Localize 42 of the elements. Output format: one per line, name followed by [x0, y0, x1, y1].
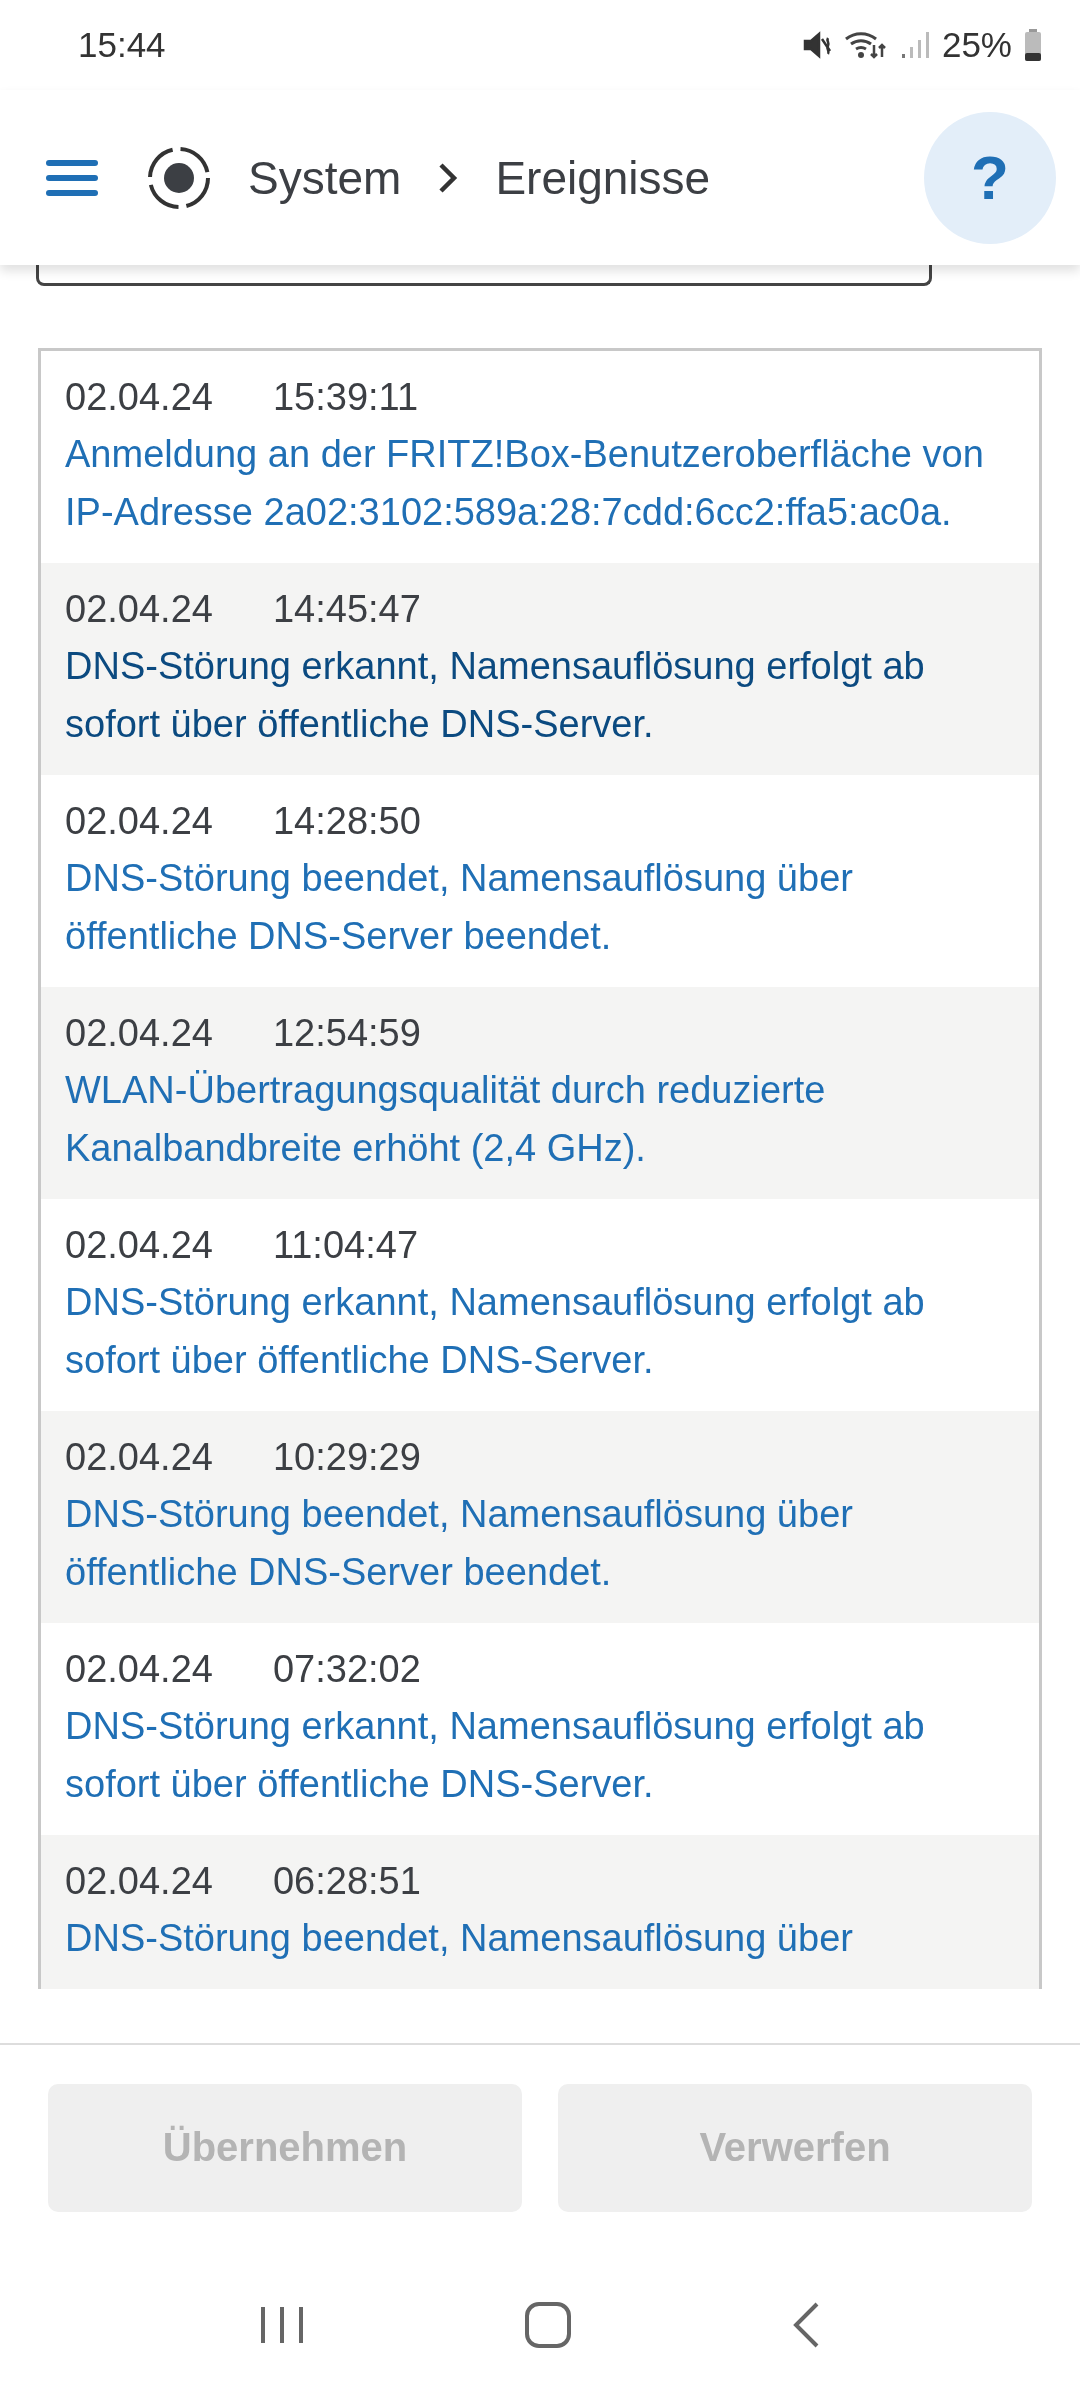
- event-message: WLAN-Übertragungsqualität durch reduzierte Kanalbandbreite erhöht (2,4 GHz).: [65, 1068, 827, 1171]
- status-time: 15:44: [78, 25, 166, 65]
- event-message: Anmeldung an der FRITZ!Box-Benutzeroberfläche von IP-Adresse 2a02:3102:589a:28:7cdd:6cc2:ffa5:ac0a.: [65, 432, 985, 535]
- event-message: DNS-Störung beendet, Namensauflösung über öffentliche DNS-Server beendet.: [65, 856, 854, 959]
- event-date: 02.04.24: [65, 799, 213, 844]
- event-date: 02.04.24: [65, 1647, 213, 1692]
- help-button[interactable]: ?: [924, 111, 1056, 244]
- breadcrumb-item: Ereignisse: [495, 150, 711, 205]
- event-date: 02.04.24: [65, 1223, 213, 1268]
- battery-level: 25%: [941, 25, 1012, 65]
- event-time: 14:28:50: [272, 799, 421, 844]
- event-date: 02.04.24: [65, 1859, 213, 1904]
- event-time: 11:04:47: [272, 1223, 419, 1268]
- home-icon[interactable]: [524, 2301, 572, 2349]
- event-date: 02.04.24: [65, 587, 213, 632]
- event-message: DNS-Störung erkannt, Namensauflösung erfolgt ab sofort über öffentliche DNS-Server.: [65, 644, 926, 747]
- event-time: 14:45:47: [272, 587, 421, 632]
- event-row[interactable]: 02.04.24 12:54:59 WLAN-Übertragungsqualität durch reduzierte Kanalbandbreite erhöht (2,4 GHz).: [41, 987, 1039, 1199]
- event-date: 02.04.24: [65, 375, 213, 420]
- event-row[interactable]: 02.04.24 14:45:47 DNS-Störung erkannt, Namensauflösung erfolgt ab sofort über öffentliche DNS-Server.: [41, 563, 1039, 775]
- recents-icon[interactable]: [259, 2304, 306, 2346]
- event-date: 02.04.24: [65, 1435, 213, 1480]
- breadcrumb-item[interactable]: System: [248, 150, 402, 205]
- mute-icon: [801, 30, 832, 60]
- record-icon: [146, 144, 212, 211]
- event-time: 06:28:51: [272, 1859, 421, 1904]
- event-time: 07:32:02: [272, 1647, 421, 1692]
- chevron-icon: [437, 160, 460, 195]
- event-message: DNS-Störung erkannt, Namensauflösung erfolgt ab sofort über öffentliche DNS-Server.: [65, 1704, 926, 1807]
- event-message: DNS-Störung erkannt, Namensauflösung erfolgt ab sofort über öffentliche DNS-Server.: [65, 1280, 926, 1383]
- event-message: DNS-Störung beendet, Namensauflösung über: [65, 1916, 854, 1961]
- menu-icon[interactable]: [44, 157, 100, 198]
- event-message: DNS-Störung beendet, Namensauflösung über öffentliche DNS-Server beendet.: [65, 1492, 854, 1595]
- wifi-icon: [843, 29, 888, 61]
- event-date: 02.04.24: [65, 1011, 213, 1056]
- event-time: 10:29:29: [272, 1435, 421, 1480]
- event-time: 15:39:11: [272, 375, 419, 420]
- battery-icon: [1024, 29, 1042, 61]
- event-row[interactable]: 02.04.24 06:28:51 DNS-Störung beendet, Namensauflösung über: [41, 1835, 1039, 1989]
- event-row[interactable]: 02.04.24 10:29:29 DNS-Störung beendet, Namensauflösung über öffentliche DNS-Server beendet.: [41, 1411, 1039, 1623]
- signal-icon: [899, 30, 930, 60]
- event-time: 12:54:59: [272, 1011, 421, 1056]
